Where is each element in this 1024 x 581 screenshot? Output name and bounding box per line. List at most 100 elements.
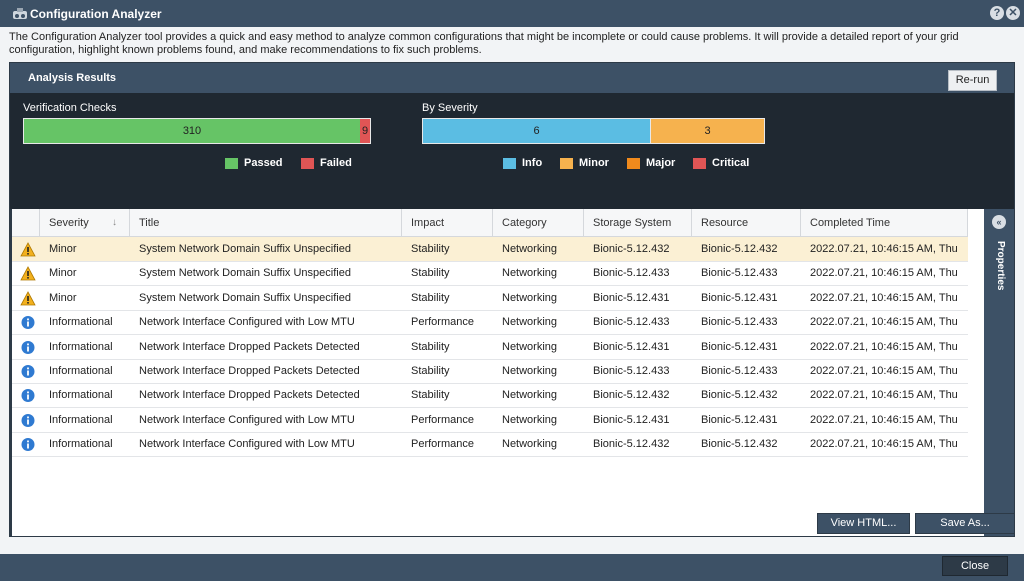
properties-side-panel[interactable]: « Properties xyxy=(984,209,1014,536)
column-header-storage-system[interactable]: Storage System xyxy=(584,209,692,237)
summary-area: Verification Checks 310 9 Passed Failed … xyxy=(10,93,1014,209)
cell-storage-system: Bionic-5.12.431 xyxy=(593,291,670,304)
results-table: Severity ↓ Title Impact Category Storage… xyxy=(12,209,984,536)
cell-category: Networking xyxy=(502,438,558,451)
expand-panel-icon[interactable]: « xyxy=(992,215,1006,229)
cell-impact: Stability xyxy=(411,389,450,402)
save-as-button[interactable]: Save As... xyxy=(915,513,1015,534)
passed-segment: 310 xyxy=(24,119,360,143)
cell-title: Network Interface Dropped Packets Detect… xyxy=(139,389,360,402)
view-html-button[interactable]: View HTML... xyxy=(817,513,910,534)
table-row[interactable]: Informational Network Interface Dropped P… xyxy=(12,335,968,360)
cell-impact: Stability xyxy=(411,340,450,353)
help-icon[interactable]: ? xyxy=(990,6,1004,20)
column-header-severity[interactable]: Severity ↓ xyxy=(40,209,130,237)
cell-impact: Stability xyxy=(411,243,450,255)
table-row[interactable]: Informational Network Interface Configure… xyxy=(12,310,968,336)
cell-storage-system: Bionic-5.12.432 xyxy=(593,438,670,451)
table-row[interactable]: Informational Network Interface Configure… xyxy=(12,432,968,458)
cell-severity: Informational xyxy=(49,413,113,426)
cell-completed-time: 2022.07.21, 10:46:15 AM, Thu xyxy=(810,365,958,377)
legend-major-label: Major xyxy=(646,157,676,169)
info-icon xyxy=(20,413,36,428)
table-row[interactable]: Informational Network Interface Dropped P… xyxy=(12,359,968,384)
legend-failed-label: Failed xyxy=(320,157,352,169)
cell-resource: Bionic-5.12.433 xyxy=(701,267,778,280)
cell-resource: Bionic-5.12.432 xyxy=(701,438,778,451)
legend-passed-label: Passed xyxy=(244,157,283,169)
cell-category: Networking xyxy=(502,267,558,280)
table-row[interactable]: Informational Network Interface Configure… xyxy=(12,408,968,433)
analysis-results-panel: Analysis Results Re-run Verification Che… xyxy=(9,62,1015,537)
failed-segment: 9 xyxy=(360,119,370,143)
verification-checks-bar: 310 9 xyxy=(23,118,371,144)
passed-swatch xyxy=(225,158,238,169)
dialog-footer: Close xyxy=(0,554,1024,581)
cell-completed-time: 2022.07.21, 10:46:15 AM, Thu xyxy=(810,389,958,402)
warning-icon xyxy=(20,266,36,281)
legend-info-label: Info xyxy=(522,157,543,169)
info-icon xyxy=(20,388,36,403)
cell-severity: Informational xyxy=(49,365,113,377)
column-header-impact[interactable]: Impact xyxy=(402,209,493,237)
cell-impact: Stability xyxy=(411,365,450,377)
cell-completed-time: 2022.07.21, 10:46:15 AM, Thu xyxy=(810,291,958,304)
cell-severity: Informational xyxy=(49,340,113,353)
table-row[interactable]: Minor System Network Domain Suffix Unspec… xyxy=(12,237,968,262)
panel-header: Analysis Results Re-run xyxy=(10,63,1014,93)
tool-description: The Configuration Analyzer tool provides… xyxy=(9,31,959,56)
cell-title: Network Interface Dropped Packets Detect… xyxy=(139,365,360,377)
rerun-button[interactable]: Re-run xyxy=(948,70,997,91)
cell-category: Networking xyxy=(502,243,558,255)
minor-segment: 3 xyxy=(650,119,764,143)
window-close-icon[interactable]: ✕ xyxy=(1006,6,1020,20)
column-header-title[interactable]: Title xyxy=(130,209,402,237)
column-header-category[interactable]: Category xyxy=(493,209,584,237)
table-header: Severity ↓ Title Impact Category Storage… xyxy=(12,209,968,237)
cell-severity: Informational xyxy=(49,316,113,329)
cell-resource: Bionic-5.12.431 xyxy=(701,291,778,304)
sort-descending-icon[interactable]: ↓ xyxy=(112,209,117,237)
cell-title: Network Interface Dropped Packets Detect… xyxy=(139,340,360,353)
close-button[interactable]: Close xyxy=(942,556,1008,576)
by-severity-bar: 6 3 xyxy=(422,118,765,144)
properties-label[interactable]: Properties xyxy=(995,241,1006,290)
cell-storage-system: Bionic-5.12.431 xyxy=(593,340,670,353)
cell-resource: Bionic-5.12.433 xyxy=(701,316,778,329)
cell-impact: Stability xyxy=(411,267,450,280)
cell-title: Network Interface Configured with Low MT… xyxy=(139,413,355,426)
table-row[interactable]: Informational Network Interface Dropped P… xyxy=(12,383,968,409)
cell-resource: Bionic-5.12.433 xyxy=(701,365,778,377)
failed-swatch xyxy=(301,158,314,169)
cell-category: Networking xyxy=(502,291,558,304)
by-severity-label: By Severity xyxy=(422,102,478,114)
table-row[interactable]: Minor System Network Domain Suffix Unspec… xyxy=(12,286,968,311)
cell-title: System Network Domain Suffix Unspecified xyxy=(139,243,351,255)
critical-swatch xyxy=(693,158,706,169)
column-header-completed-time[interactable]: Completed Time xyxy=(801,209,968,237)
table-row[interactable]: Minor System Network Domain Suffix Unspec… xyxy=(12,261,968,287)
column-header-resource[interactable]: Resource xyxy=(692,209,801,237)
info-swatch xyxy=(503,158,516,169)
cell-resource: Bionic-5.12.431 xyxy=(701,413,778,426)
cell-storage-system: Bionic-5.12.433 xyxy=(593,267,670,280)
info-icon xyxy=(20,340,36,355)
cell-title: System Network Domain Suffix Unspecified xyxy=(139,291,351,304)
cell-resource: Bionic-5.12.432 xyxy=(701,243,778,255)
cell-severity: Minor xyxy=(49,267,77,280)
dialog-content: The Configuration Analyzer tool provides… xyxy=(0,27,1024,554)
cell-impact: Performance xyxy=(411,438,474,451)
cell-title: System Network Domain Suffix Unspecified xyxy=(139,267,351,280)
cell-category: Networking xyxy=(502,389,558,402)
cell-title: Network Interface Configured with Low MT… xyxy=(139,316,355,329)
cell-completed-time: 2022.07.21, 10:46:15 AM, Thu xyxy=(810,243,958,255)
minor-swatch xyxy=(560,158,573,169)
cell-storage-system: Bionic-5.12.433 xyxy=(593,365,670,377)
cell-category: Networking xyxy=(502,365,558,377)
analyzer-app-icon xyxy=(13,8,27,19)
cell-severity: Informational xyxy=(49,438,113,451)
cell-storage-system: Bionic-5.12.433 xyxy=(593,316,670,329)
cell-impact: Performance xyxy=(411,413,474,426)
panel-title: Analysis Results xyxy=(28,72,117,84)
info-icon xyxy=(20,437,36,452)
